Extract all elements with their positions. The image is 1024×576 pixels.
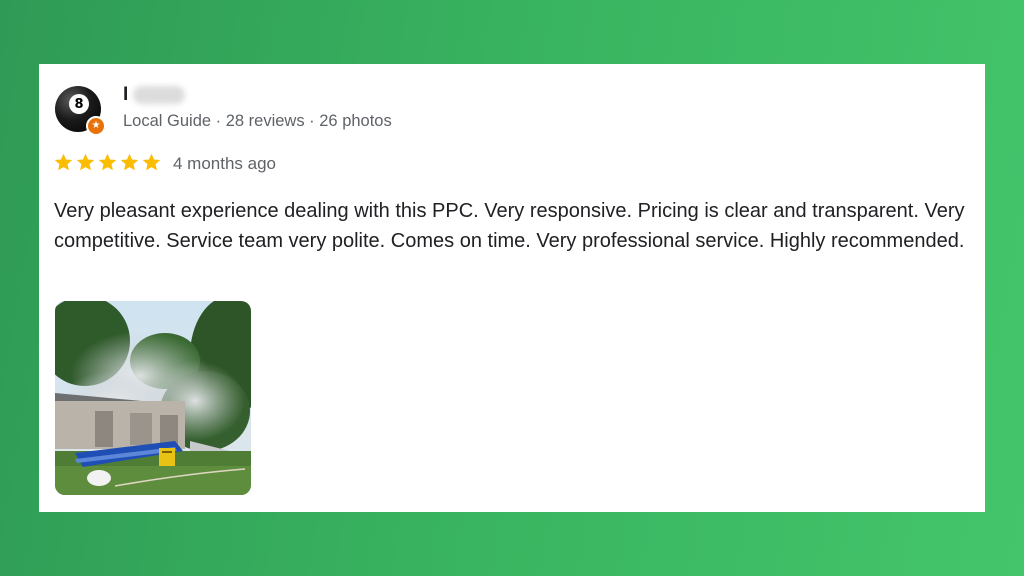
reviewer-name[interactable]: I	[123, 84, 128, 106]
star-icon	[97, 152, 118, 173]
local-guide-star-icon: ★	[86, 116, 106, 136]
reviewer-meta: Local Guide · 28 reviews · 26 photos	[123, 112, 392, 130]
star-rating	[53, 152, 162, 173]
review-photo[interactable]	[55, 301, 251, 495]
star-icon	[75, 152, 96, 173]
star-icon	[141, 152, 162, 173]
redacted-name-blur	[133, 86, 185, 104]
reviewer-avatar[interactable]: 8 ★	[55, 86, 106, 136]
star-icon	[119, 152, 140, 173]
review-date: 4 months ago	[173, 154, 277, 173]
star-icon	[53, 152, 74, 173]
review-card: 8 ★ I Local Guide · 28 reviews · 26 phot…	[39, 64, 985, 512]
review-text: Very pleasant experience dealing with th…	[54, 200, 965, 252]
